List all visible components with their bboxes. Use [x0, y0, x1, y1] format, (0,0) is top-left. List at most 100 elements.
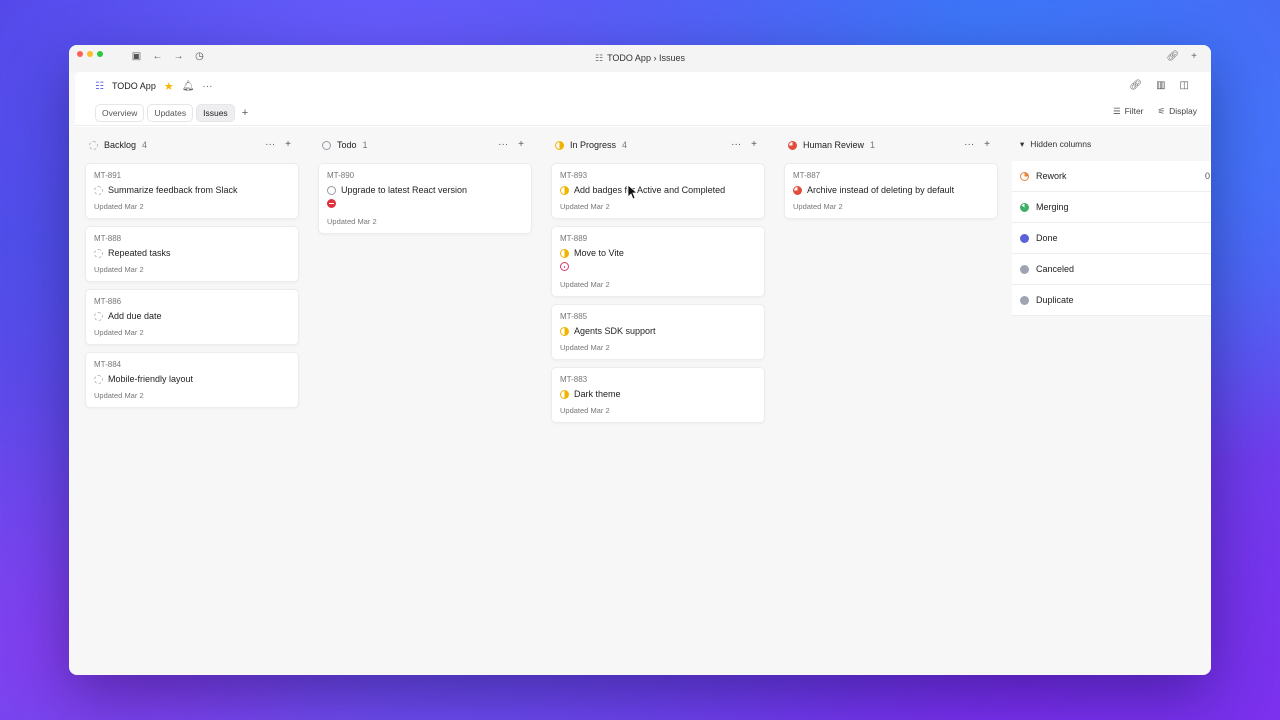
filter-button[interactable]: ☰ Filter [1113, 106, 1144, 117]
mouse-cursor-icon [627, 184, 637, 200]
issue-card[interactable]: MT-886 Add due date Updated Mar 2 [85, 289, 299, 345]
issue-updated: Updated Mar 2 [94, 391, 144, 400]
hidden-column-done[interactable]: Done [1012, 223, 1211, 254]
human-review-status-icon[interactable] [793, 185, 802, 195]
add-view-icon[interactable]: + [242, 107, 248, 119]
column-human-review: Human Review 1 ··· + MT-887 Archive inst… [778, 127, 998, 669]
in-progress-status-icon[interactable] [560, 389, 569, 399]
hidden-column-name: Rework [1036, 171, 1067, 181]
hidden-column-name: Merging [1036, 202, 1069, 212]
issue-title: Add badges for Active and Completed [574, 185, 726, 195]
notification-bell-icon[interactable]: 🔔︎ [182, 81, 195, 92]
issue-card[interactable]: MT-888 Repeated tasks Updated Mar 2 [85, 226, 299, 282]
column-title: Backlog [104, 140, 137, 150]
caret-down-icon: ▾ [1020, 138, 1025, 149]
issue-title: Dark theme [574, 389, 621, 399]
favorite-star-icon[interactable]: ★ [164, 80, 174, 93]
hidden-column-name: Done [1036, 233, 1058, 243]
add-issue-icon[interactable]: + [984, 139, 990, 150]
hidden-column-canceled[interactable]: Canceled [1012, 254, 1211, 285]
issue-updated: Updated Mar 2 [560, 280, 610, 289]
hidden-column-name: Canceled [1036, 264, 1075, 274]
column-count: 1 [870, 140, 876, 150]
human-review-status-icon [788, 140, 797, 150]
window-title: TODO App › Issues [607, 53, 685, 63]
issue-card[interactable]: MT-891 Summarize feedback from Slack Upd… [85, 163, 299, 219]
issue-updated: Updated Mar 2 [793, 202, 843, 211]
issue-updated: Updated Mar 2 [94, 265, 144, 274]
in-progress-status-icon[interactable] [560, 248, 569, 258]
display-button[interactable]: ⚟ Display [1158, 106, 1198, 117]
hidden-columns-panel: ▾ Hidden columns Rework 0 Merging Done C… [1012, 127, 1211, 316]
issue-id: MT-889 [560, 234, 588, 243]
issue-id: MT-890 [327, 171, 355, 180]
priority-icon[interactable] [560, 262, 569, 271]
issue-card[interactable]: MT-890 Upgrade to latest React version U… [318, 163, 532, 234]
view-tabs: Overview Updates Issues + ☰ Filter ⚟ Displ… [75, 100, 1211, 126]
column-backlog: Backlog 4 ··· + MT-891 Summarize feedbac… [79, 127, 299, 669]
details-panel-icon[interactable]: ◫ [1180, 80, 1189, 91]
column-menu-icon[interactable]: ··· [265, 139, 275, 150]
display-sliders-icon: ⚟ [1157, 106, 1166, 116]
issue-card[interactable]: MT-885 Agents SDK support Updated Mar 2 [551, 304, 765, 360]
column-menu-icon[interactable]: ··· [498, 139, 508, 150]
column-menu-icon[interactable]: ··· [731, 139, 741, 150]
link-icon[interactable]: 🔗︎ [1166, 51, 1179, 62]
issue-id: MT-888 [94, 234, 122, 243]
kanban-board: Backlog 4 ··· + MT-891 Summarize feedbac… [75, 127, 1211, 669]
backlog-status-icon[interactable] [94, 311, 103, 321]
backlog-status-icon[interactable] [94, 185, 103, 195]
issue-title: Upgrade to latest React version [341, 185, 468, 195]
project-icon: ☷ [95, 80, 104, 92]
copy-link-icon[interactable]: 🔗︎ [1129, 80, 1142, 91]
in-progress-status-icon [555, 140, 564, 150]
insights-chart-icon[interactable]: ▥ [1156, 80, 1165, 91]
add-issue-icon[interactable]: + [751, 139, 757, 150]
hidden-columns-toggle[interactable]: ▾ Hidden columns [1012, 127, 1211, 161]
new-tab-icon[interactable]: + [1191, 51, 1197, 62]
issue-updated: Updated Mar 2 [327, 217, 377, 226]
in-progress-status-icon[interactable] [560, 326, 569, 336]
add-issue-icon[interactable]: + [518, 139, 524, 150]
done-check-icon [1020, 233, 1029, 243]
in-progress-status-icon[interactable] [560, 185, 569, 195]
backlog-status-icon[interactable] [94, 374, 103, 384]
urgent-priority-icon[interactable] [327, 199, 336, 208]
hidden-column-rework[interactable]: Rework 0 [1012, 161, 1211, 192]
more-options-icon[interactable]: ··· [202, 81, 212, 92]
issue-id: MT-891 [94, 171, 122, 180]
add-issue-icon[interactable]: + [285, 139, 291, 150]
tab-updates[interactable]: Updates [147, 103, 194, 122]
issue-id: MT-885 [560, 312, 588, 321]
hidden-column-duplicate[interactable]: Duplicate [1012, 285, 1211, 316]
backlog-status-icon[interactable] [94, 248, 103, 258]
issue-card[interactable]: MT-887 Archive instead of deleting by de… [784, 163, 998, 219]
column-header: Human Review 1 ··· + [778, 127, 996, 163]
tab-issues[interactable]: Issues [196, 103, 235, 122]
column-count: 1 [362, 140, 368, 150]
filter-label: Filter [1124, 106, 1144, 116]
project-name[interactable]: TODO App [112, 81, 156, 91]
column-todo: Todo 1 ··· + MT-890 Upgrade to latest Re… [312, 127, 532, 669]
hidden-column-merging[interactable]: Merging [1012, 192, 1211, 223]
hidden-columns-label: Hidden columns [1030, 139, 1092, 149]
merging-status-icon [1020, 202, 1029, 212]
issue-updated: Updated Mar 2 [94, 328, 144, 337]
issue-updated: Updated Mar 2 [560, 202, 610, 211]
issue-card[interactable]: MT-889 Move to Vite Updated Mar 2 [551, 226, 765, 297]
column-title: In Progress [570, 140, 617, 150]
issue-card[interactable]: MT-883 Dark theme Updated Mar 2 [551, 367, 765, 423]
tab-overview[interactable]: Overview [95, 103, 145, 122]
column-count: 4 [622, 140, 628, 150]
column-menu-icon[interactable]: ··· [964, 139, 974, 150]
issue-id: MT-884 [94, 360, 122, 369]
issue-title: Repeated tasks [108, 248, 171, 258]
issue-id: MT-893 [560, 171, 588, 180]
issue-card[interactable]: MT-893 Add badges for Active and Complet… [551, 163, 765, 219]
issue-id: MT-886 [94, 297, 122, 306]
todo-status-icon[interactable] [327, 185, 336, 195]
todo-status-icon [322, 140, 331, 150]
issue-title: Summarize feedback from Slack [108, 185, 238, 195]
app-content: ☷ TODO App ★ 🔔︎ ··· 🔗︎ ▥ ◫ Overview Upda… [75, 72, 1211, 669]
issue-card[interactable]: MT-884 Mobile-friendly layout Updated Ma… [85, 352, 299, 408]
